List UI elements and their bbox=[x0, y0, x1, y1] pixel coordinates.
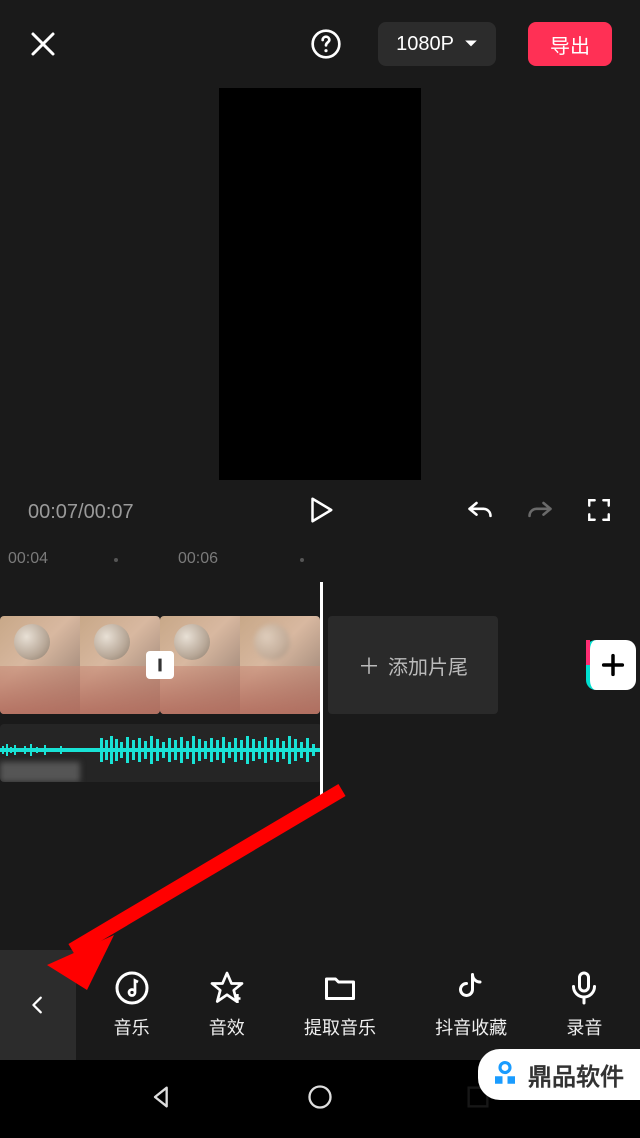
microphone-icon bbox=[566, 970, 602, 1006]
tool-music[interactable]: 音乐 bbox=[114, 970, 150, 1040]
export-button[interactable]: 导出 bbox=[528, 22, 612, 66]
undo-button[interactable] bbox=[466, 496, 494, 529]
audio-track[interactable] bbox=[0, 724, 322, 782]
resolution-label: 1080P bbox=[396, 33, 454, 56]
music-icon bbox=[114, 970, 150, 1006]
playhead[interactable] bbox=[320, 582, 323, 802]
ruler-mark: 00:04 bbox=[8, 550, 48, 568]
star-icon bbox=[209, 970, 245, 1006]
watermark-icon bbox=[490, 1060, 520, 1090]
time-display: 00:07/00:07 bbox=[28, 501, 134, 524]
tool-douyin-favorites[interactable]: 抖音收藏 bbox=[435, 970, 507, 1040]
nav-back[interactable] bbox=[148, 1083, 176, 1116]
fullscreen-button[interactable] bbox=[586, 497, 612, 528]
timeline[interactable]: ＋ 添加片尾 bbox=[0, 574, 640, 966]
douyin-icon bbox=[453, 970, 489, 1006]
tool-sound-effect[interactable]: 音效 bbox=[209, 970, 245, 1040]
tool-extract-music[interactable]: 提取音乐 bbox=[304, 970, 376, 1040]
nav-home[interactable] bbox=[306, 1083, 334, 1116]
close-button[interactable] bbox=[28, 29, 58, 59]
tool-record[interactable]: 录音 bbox=[566, 970, 602, 1040]
video-clip[interactable] bbox=[160, 616, 320, 714]
audio-clip-label bbox=[0, 762, 80, 782]
video-preview[interactable] bbox=[0, 88, 640, 480]
watermark-badge: 鼎品软件 bbox=[478, 1049, 640, 1100]
transition-button[interactable] bbox=[146, 651, 174, 679]
ruler-mark: 00:06 bbox=[178, 550, 218, 568]
timeline-ruler[interactable]: 00:04 00:06 bbox=[0, 550, 640, 574]
video-clip[interactable] bbox=[0, 616, 160, 714]
help-icon[interactable] bbox=[310, 28, 342, 60]
resolution-selector[interactable]: 1080P bbox=[378, 22, 496, 66]
play-button[interactable] bbox=[305, 495, 335, 530]
add-ending-button[interactable]: ＋ 添加片尾 bbox=[328, 616, 498, 714]
back-button[interactable] bbox=[0, 950, 76, 1060]
chevron-down-icon bbox=[464, 39, 478, 49]
redo-button[interactable] bbox=[526, 496, 554, 529]
preview-frame bbox=[219, 88, 421, 480]
folder-icon bbox=[322, 970, 358, 1006]
add-clip-button[interactable] bbox=[586, 640, 636, 690]
